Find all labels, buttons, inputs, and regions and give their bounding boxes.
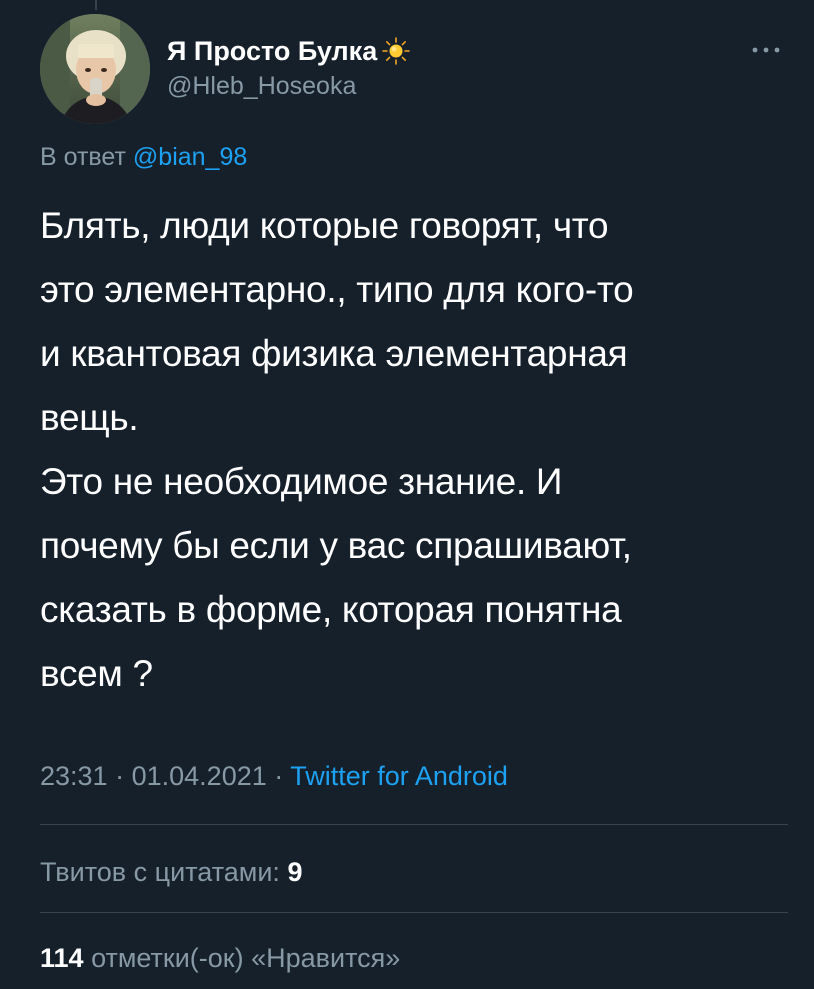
tweet-text: Блять, люди которые говорят, что это эле… <box>40 194 780 706</box>
tweet-text-line: всем ? <box>40 653 153 694</box>
author-names: Я Просто Булка @Hleb_Hoseoka <box>167 34 411 102</box>
thread-connector-line <box>95 0 97 10</box>
tweet-text-line: Это не необходимое знание. И <box>40 461 563 502</box>
tweet-text-line: почему бы если у вас спрашивают, <box>40 525 632 566</box>
tweet-source-link[interactable]: Twitter for Android <box>290 761 508 791</box>
tweet-text-line: сказать в форме, которая понятна <box>40 589 622 630</box>
avatar[interactable] <box>40 14 150 124</box>
likes-label: отметки(-ок) «Нравится» <box>91 943 401 973</box>
tweet-text-line: вещь. <box>40 397 139 438</box>
display-name-text: Я Просто Булка <box>167 36 378 66</box>
quote-tweets-stat[interactable]: Твитов с цитатами: 9 <box>40 853 302 891</box>
sun-icon <box>382 37 411 65</box>
reply-context: В ответ @bian_98 <box>40 140 247 174</box>
likes-stat[interactable]: 114 отметки(-ок) «Нравится» <box>40 939 400 977</box>
author-handle[interactable]: @Hleb_Hoseoka <box>167 70 411 102</box>
tweet-date[interactable]: 01.04.2021 <box>132 761 267 791</box>
quote-tweets-label: Твитов с цитатами: <box>40 857 280 887</box>
reply-prefix: В ответ <box>40 143 126 171</box>
likes-count: 114 <box>40 943 84 973</box>
tweet-text-line: это элементарно., типо для кого-то <box>40 269 634 310</box>
more-options-icon[interactable] <box>748 40 784 60</box>
tweet-text-line: Блять, люди которые говорят, что <box>40 205 609 246</box>
divider <box>40 912 788 913</box>
meta-separator: · <box>115 761 125 791</box>
tweet-header: Я Просто Булка @Hleb_Hoseoka <box>40 14 790 126</box>
divider <box>40 824 788 825</box>
tweet-time[interactable]: 23:31 <box>40 761 108 791</box>
meta-separator: · <box>274 761 284 791</box>
author-display-name[interactable]: Я Просто Булка <box>167 34 411 68</box>
tweet-text-line: и квантовая физика элементарная <box>40 333 628 374</box>
avatar-photo <box>40 14 150 124</box>
quote-tweets-count: 9 <box>287 857 303 887</box>
tweet-metadata: 23:31 · 01.04.2021 · Twitter for Android <box>40 757 508 795</box>
reply-mention-link[interactable]: @bian_98 <box>133 143 247 171</box>
